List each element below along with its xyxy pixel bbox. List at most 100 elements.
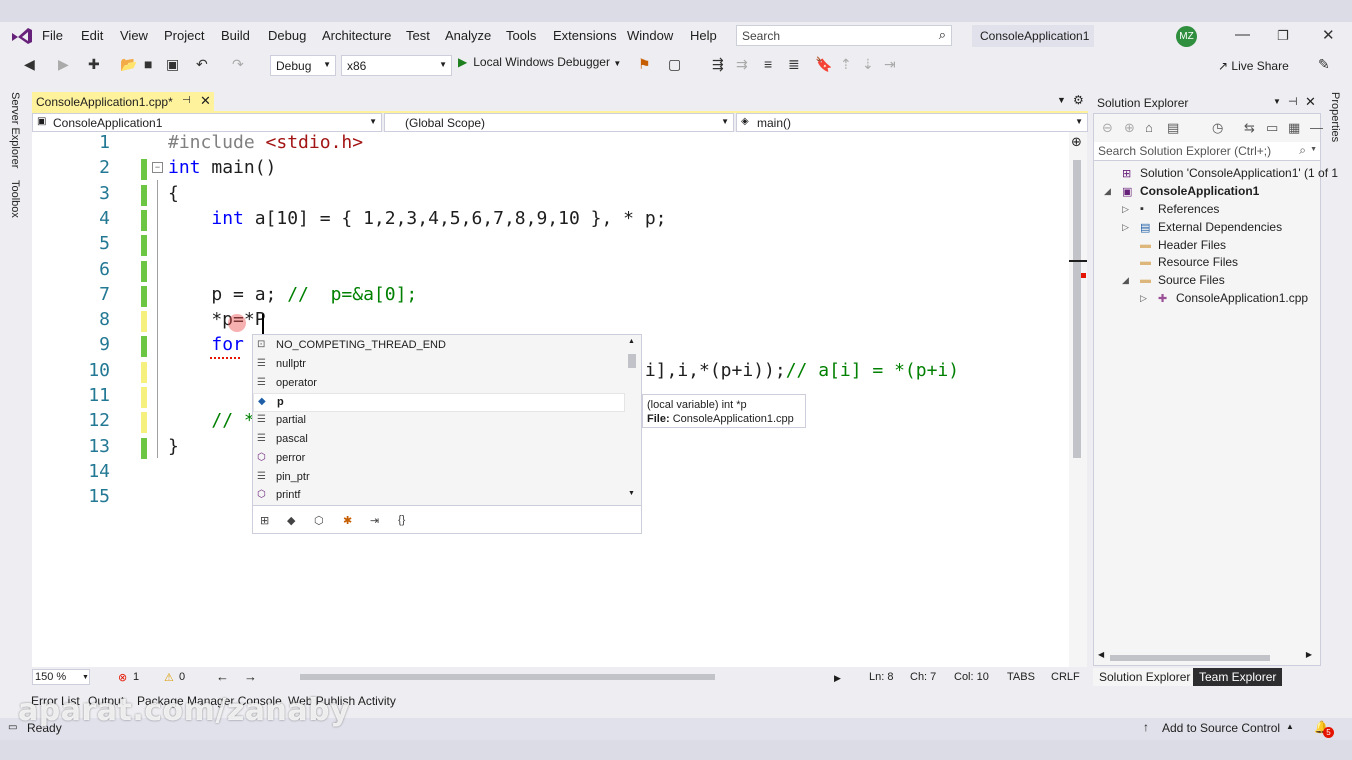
intellisense-popup[interactable]: ⊡ NO_COMPETING_THREAD_END ☰ nullptr ☰ operato… [252,334,642,534]
screenshot-icon[interactable]: ▢ [668,56,681,73]
menu-view[interactable]: View [120,28,148,43]
menu-file[interactable]: File [42,28,63,43]
code-line[interactable]: 4 int a[10] = { 1,2,3,4,5,6,7,8,9,10 }, … [32,208,1070,233]
code-line[interactable]: 3{ [32,183,1070,208]
close-tab-icon[interactable]: ✕ [200,93,211,109]
collapsed-chevron-icon[interactable]: ▷ [1122,204,1129,215]
history-icon[interactable]: ◷ [1212,120,1223,136]
scroll-left-icon[interactable]: ◀ [1098,650,1104,659]
configuration-select[interactable]: Debug ▼ [270,55,336,76]
show-all-files-icon[interactable]: ▦ [1288,120,1300,136]
prev-bookmark-icon[interactable]: ⇡ [840,56,852,73]
chevron-down-icon[interactable]: ▼ [1273,97,1281,106]
minimize-icon[interactable]: — [1235,26,1250,43]
maximize-icon[interactable]: ❐ [1277,28,1289,44]
code-line[interactable]: 5 [32,233,1070,258]
save-all-icon[interactable]: ▣ [166,56,179,73]
collapsed-chevron-icon[interactable]: ▷ [1122,222,1129,233]
completion-item[interactable]: ⬡ perror [253,450,625,469]
code-line[interactable]: 8 *p=*P [32,309,1070,334]
start-debugging-button[interactable]: ▶ Local Windows Debugger ▼ [458,55,626,76]
code-line[interactable]: 1 #include <stdio.h> [32,132,1070,157]
next-bookmark-icon[interactable]: ⇣ [862,56,874,73]
completion-item[interactable]: ⬡ printf [253,487,625,506]
scroll-right-icon[interactable]: ▶ [1306,650,1312,659]
gear-icon[interactable]: ⚙ [1073,93,1084,107]
feedback-icon[interactable]: ✎ [1318,56,1330,73]
filter-members-icon[interactable]: ⇥ [370,514,379,527]
avatar[interactable]: MZ [1176,26,1197,47]
arrow-left-icon[interactable]: ← [216,669,229,684]
filter-functions-icon[interactable]: ⬡ [314,514,324,527]
completion-item[interactable]: ☰ operator [253,375,625,394]
fold-toggle-icon[interactable]: − [152,162,163,174]
code-line[interactable]: 2 − int main() [32,157,1070,182]
sync-icon[interactable]: ⇆ [1244,120,1255,136]
tabs-indicator[interactable]: TABS [1007,671,1035,683]
completion-item[interactable]: ☰ partial [253,412,625,431]
filter-all-icon[interactable]: ⊞ [260,514,269,527]
back-icon[interactable]: ◀ [24,56,35,73]
menu-project[interactable]: Project [164,28,204,43]
expanded-chevron-icon[interactable]: ◢ [1104,186,1111,197]
properties-tab[interactable]: Properties [1329,92,1341,142]
save-icon[interactable]: ■ [144,56,152,72]
menu-test[interactable]: Test [406,28,430,43]
scroll-right-icon[interactable]: ▶ [834,673,841,684]
live-share-button[interactable]: ↗ Live Share [1218,59,1289,73]
document-tab[interactable]: ConsoleApplication1.cpp* ⊣ ✕ [32,92,214,112]
add-to-source-control[interactable]: Add to Source Control [1162,721,1280,735]
browse-icon[interactable]: ⚑ [638,56,651,73]
platform-select[interactable]: x86 ▼ [341,55,452,76]
completion-item[interactable]: ☰ pascal [253,431,625,450]
completion-item[interactable]: ⊡ NO_COMPETING_THREAD_END [253,337,625,356]
filter-variables-icon[interactable]: ◆ [287,514,295,527]
completion-item[interactable]: ☰ nullptr [253,356,625,375]
project-select[interactable]: ▣ ConsoleApplication1 ▼ [32,113,382,132]
vertical-scroll-thumb[interactable] [1073,160,1081,458]
arrow-right-icon[interactable]: → [244,669,257,684]
home-icon[interactable]: ⌂ [1145,120,1153,135]
new-project-icon[interactable]: ✚ [88,56,100,73]
step-over-icon[interactable]: ⇉ [736,56,748,73]
intellisense-scroll-thumb[interactable] [628,354,636,368]
menu-edit[interactable]: Edit [81,28,103,43]
close-icon[interactable]: ✕ [1322,26,1335,44]
collapse-all-icon[interactable]: ▭ [1266,120,1278,136]
close-icon[interactable]: ✕ [1305,94,1316,110]
code-line[interactable]: 7 p = a; // p=&a[0]; [32,284,1070,309]
completion-item[interactable]: ◆ p [253,393,625,413]
menu-extensions[interactable]: Extensions [553,28,617,43]
completion-item[interactable]: ☰ pin_ptr [253,469,625,488]
properties-icon[interactable]: — [1310,120,1323,135]
tab-team-explorer[interactable]: Team Explorer [1193,668,1283,686]
server-explorer-tab[interactable]: Server Explorer [9,92,21,168]
search-input[interactable]: Search ⌕ [736,25,952,46]
menu-analyze[interactable]: Analyze [445,28,491,43]
forward-icon[interactable]: ▶ [58,56,69,73]
code-line[interactable]: 6 [32,259,1070,284]
menu-architecture[interactable]: Architecture [322,28,391,43]
menu-debug[interactable]: Debug [268,28,306,43]
solution-search-input[interactable]: Search Solution Explorer (Ctrl+;) ⌕ ▼ [1094,142,1320,161]
step-icon[interactable]: ⇶ [712,56,724,73]
filter-namespaces-icon[interactable]: {} [398,514,405,526]
member-select[interactable]: ◈ main() ▼ [736,113,1088,132]
horizontal-scroll-thumb[interactable] [300,674,715,680]
back-icon[interactable]: ⊖ [1102,120,1113,136]
forward-icon[interactable]: ⊕ [1124,120,1135,136]
menu-tools[interactable]: Tools [506,28,536,43]
menu-help[interactable]: Help [690,28,717,43]
scroll-up-icon[interactable]: ▲ [628,338,635,345]
pin-icon[interactable]: ⊣ [1288,95,1298,108]
eol-indicator[interactable]: CRLF [1051,671,1080,683]
tab-solution-explorer[interactable]: Solution Explorer [1093,668,1197,686]
menu-build[interactable]: Build [221,28,250,43]
filter-classes-icon[interactable]: ✱ [343,514,352,527]
expanded-chevron-icon[interactable]: ◢ [1122,275,1129,286]
collapsed-chevron-icon[interactable]: ▷ [1140,293,1147,304]
split-icon[interactable]: ⊕ [1071,134,1082,150]
open-folder-icon[interactable]: 📂 [120,56,137,73]
warning-count[interactable]: 0 [179,671,185,683]
undo-icon[interactable]: ↶ [196,56,208,73]
